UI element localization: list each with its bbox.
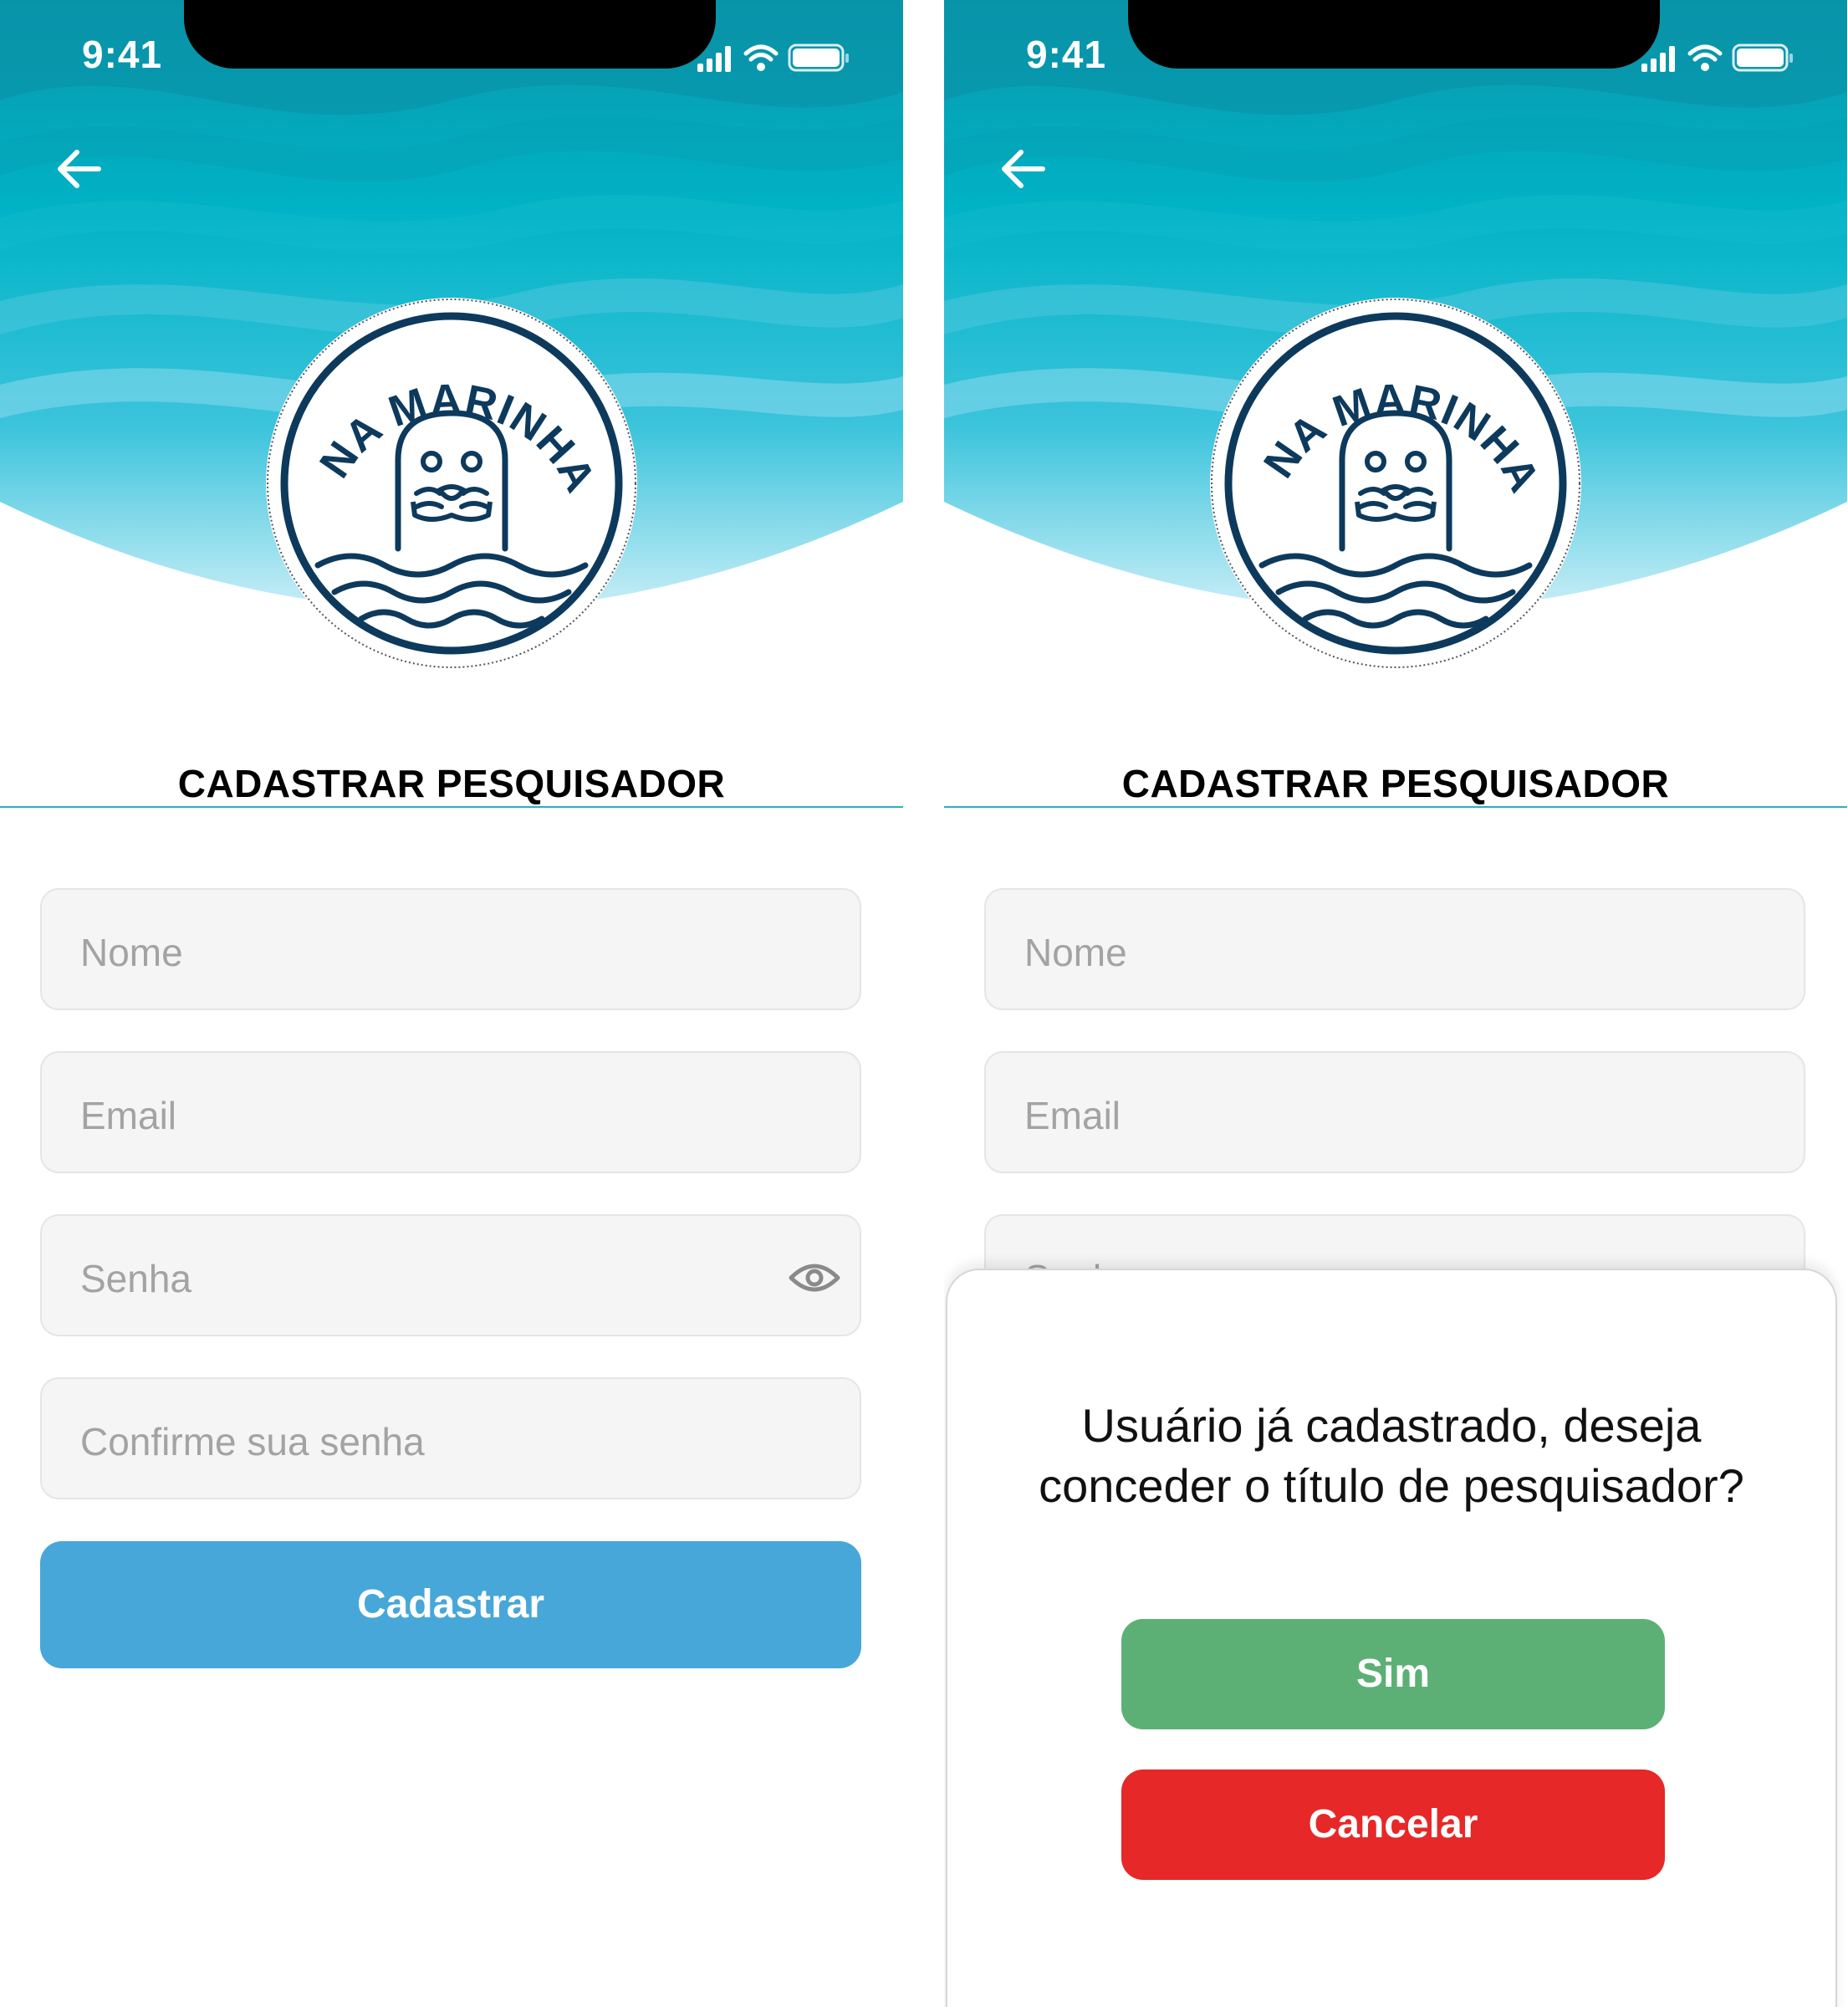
confirm-password-placeholder: Confirme sua senha bbox=[80, 1420, 425, 1463]
email-placeholder: Email bbox=[80, 1094, 177, 1137]
name-placeholder: Nome bbox=[80, 931, 183, 974]
status-icons bbox=[1641, 42, 1809, 75]
arrow-left-icon[interactable] bbox=[52, 142, 105, 196]
fauna-marinha-logo: FAUNA MARINHA RS bbox=[1208, 296, 1583, 671]
status-time: 9:41 bbox=[82, 33, 163, 76]
name-field[interactable]: Nome bbox=[40, 888, 861, 1010]
cancel-button[interactable]: Cancelar bbox=[1121, 1770, 1665, 1880]
eye-icon[interactable] bbox=[788, 1259, 841, 1296]
arrow-left-icon[interactable] bbox=[996, 142, 1049, 196]
register-button[interactable]: Cadastrar bbox=[40, 1541, 861, 1668]
status-time: 9:41 bbox=[1026, 33, 1107, 76]
email-placeholder: Email bbox=[1024, 1094, 1121, 1137]
register-screen: 9:41 FAUNA MARINHA RS CADASTRAR PESQUISA… bbox=[0, 0, 903, 2007]
password-placeholder: Senha bbox=[80, 1257, 192, 1300]
device-notch bbox=[184, 0, 716, 69]
page-title: CADASTRAR PESQUISADOR bbox=[1121, 762, 1670, 805]
confirm-yes-button[interactable]: Sim bbox=[1121, 1619, 1665, 1729]
fauna-marinha-logo: FAUNA MARINHA RS bbox=[264, 296, 639, 671]
device-notch bbox=[1128, 0, 1660, 69]
confirm-dialog: Usuário já cadastrado, deseja conceder o… bbox=[946, 1269, 1837, 2007]
confirm-password-field[interactable]: Confirme sua senha bbox=[40, 1377, 861, 1499]
name-field[interactable]: Nome bbox=[984, 888, 1805, 1010]
name-placeholder: Nome bbox=[1024, 931, 1127, 974]
status-icons bbox=[697, 42, 865, 75]
page-title: CADASTRAR PESQUISADOR bbox=[177, 762, 726, 805]
register-screen-dialog: 9:41 FAUNA MARINHA RS CADASTRAR PESQUISA… bbox=[944, 0, 1847, 2007]
title-divider bbox=[944, 806, 1847, 808]
email-field[interactable]: Email bbox=[40, 1051, 861, 1173]
dialog-message: Usuário já cadastrado, deseja conceder o… bbox=[1039, 1399, 1744, 1512]
email-field[interactable]: Email bbox=[984, 1051, 1805, 1173]
password-field[interactable]: Senha bbox=[40, 1214, 861, 1336]
title-divider bbox=[0, 806, 903, 808]
